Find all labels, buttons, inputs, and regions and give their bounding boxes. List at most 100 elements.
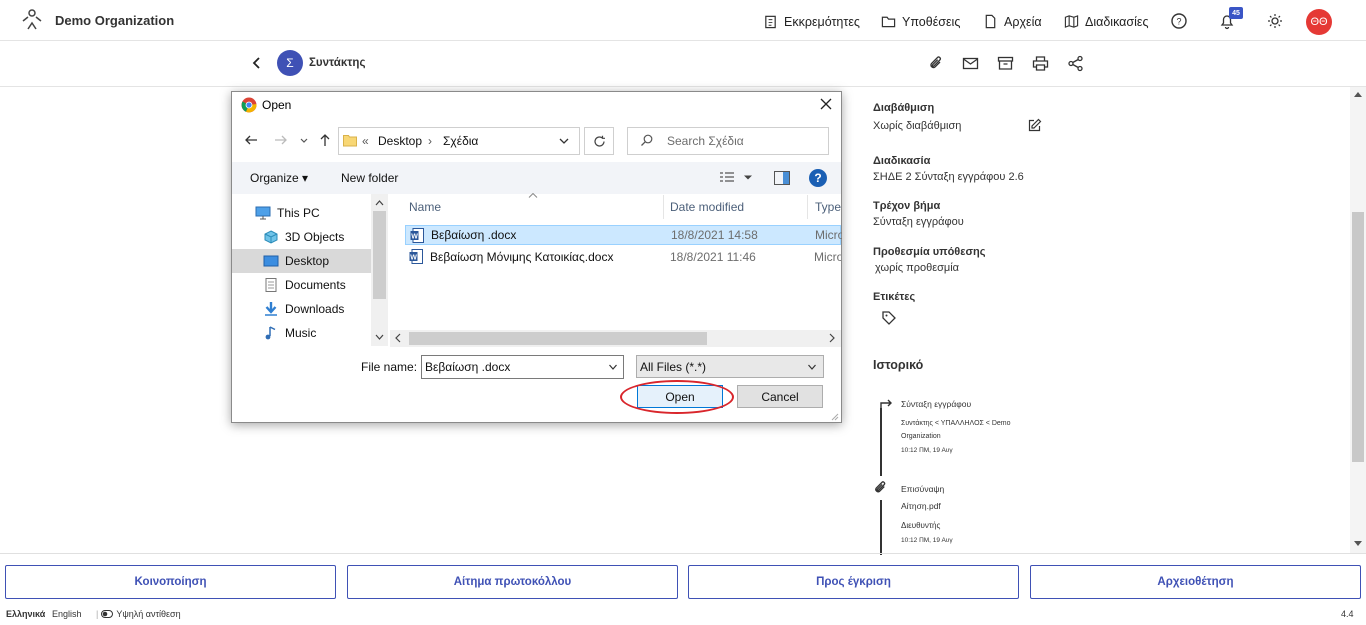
file-type: Micro — [814, 250, 841, 264]
tag-icon[interactable] — [881, 310, 897, 326]
preview-pane-icon[interactable] — [774, 171, 790, 185]
nav-files[interactable]: Αρχεία — [983, 14, 1042, 29]
address-overflow[interactable]: « — [362, 134, 369, 148]
up-arrow-icon[interactable] — [317, 132, 333, 148]
history-item-attachment[interactable]: Αίτηση.pdf — [901, 501, 941, 511]
tree-item-desktop[interactable]: Desktop — [232, 249, 372, 273]
svg-text:W: W — [410, 255, 417, 262]
resize-grip-icon[interactable] — [829, 411, 839, 421]
word-document-icon: W — [409, 249, 423, 264]
search-icon — [641, 134, 653, 146]
tree-item-downloads[interactable]: Downloads — [232, 297, 372, 321]
file-date: 18/8/2021 14:58 — [671, 228, 758, 242]
address-separator: › — [428, 134, 432, 148]
divider: | — [96, 609, 99, 619]
refresh-button[interactable] — [584, 127, 614, 155]
paperclip-icon[interactable] — [928, 55, 945, 72]
panel-scrollbar-thumb[interactable] — [1352, 212, 1364, 462]
lang-greek[interactable]: Ελληνικά — [6, 609, 45, 619]
author-label: Συντάκτης — [309, 57, 366, 69]
file-row[interactable]: W Βεβαίωση Μόνιμης Κατοικίας.docx 18/8/2… — [405, 247, 841, 267]
archive-button[interactable]: Αρχειοθέτηση — [1030, 565, 1361, 599]
tree-item-label: Desktop — [285, 254, 330, 268]
tree-item-this-pc[interactable]: This PC — [232, 201, 372, 225]
new-folder-button[interactable]: New folder — [341, 171, 398, 185]
map-icon — [1064, 15, 1079, 28]
notification-badge: 45 — [1229, 7, 1243, 19]
help-icon[interactable]: ? — [809, 169, 827, 187]
view-options-icon[interactable] — [719, 171, 735, 185]
computer-icon — [255, 206, 271, 220]
scroll-up-icon[interactable] — [1353, 90, 1363, 98]
file-icon — [985, 14, 996, 29]
chevron-down-icon[interactable] — [608, 362, 618, 372]
column-separator[interactable] — [663, 195, 664, 219]
edit-icon[interactable] — [1027, 118, 1042, 133]
chevron-down-icon[interactable] — [375, 334, 384, 341]
chevron-down-icon[interactable] — [743, 174, 753, 182]
tree-scrollbar-thumb[interactable] — [373, 211, 386, 299]
tree-item-documents[interactable]: Documents — [232, 273, 372, 297]
recent-chevron-icon[interactable] — [298, 132, 310, 148]
mail-icon[interactable] — [962, 55, 979, 72]
history-item-time: 10:12 ΠΜ, 19 Αυγ — [901, 537, 953, 544]
history-item-time: 10:12 ΠΜ, 19 Αυγ — [901, 447, 953, 454]
history-item-title: Σύνταξη εγγράφου — [901, 399, 972, 409]
chevron-left-icon[interactable] — [250, 56, 264, 70]
close-icon[interactable] — [818, 96, 834, 112]
refresh-icon — [593, 135, 605, 147]
file-date: 18/8/2021 11:46 — [670, 250, 756, 264]
org-name[interactable]: Demo Organization — [55, 13, 174, 28]
step-label: Τρέχον βήμα — [873, 200, 941, 212]
chevron-up-icon[interactable] — [375, 199, 384, 206]
share-button[interactable]: Κοινοποίηση — [5, 565, 336, 599]
nav-pending-label: Εκκρεμότητες — [784, 14, 860, 29]
archive-icon[interactable] — [997, 55, 1014, 72]
file-name-value[interactable]: Βεβαίωση .docx — [425, 360, 510, 374]
document-toolbar — [0, 41, 1366, 87]
chevron-down-icon[interactable] — [807, 362, 817, 372]
dialog-title: Open — [262, 98, 292, 112]
organize-menu[interactable]: Organize ▾ — [250, 171, 308, 185]
org-logo-icon[interactable] — [20, 8, 44, 32]
file-row[interactable]: W Βεβαίωση .docx 18/8/2021 14:58 Micro — [405, 225, 842, 245]
scroll-down-icon[interactable] — [1353, 540, 1363, 548]
column-separator[interactable] — [807, 195, 808, 219]
sort-ascending-icon — [528, 193, 538, 198]
share-icon[interactable] — [1067, 55, 1084, 72]
chevron-right-icon[interactable] — [829, 333, 836, 343]
nav-pending[interactable]: Εκκρεμότητες — [763, 14, 860, 29]
clipboard-icon — [765, 15, 776, 29]
nav-cases-label: Υποθέσεις — [902, 14, 961, 29]
chrome-icon — [241, 97, 257, 113]
history-timeline — [880, 500, 882, 555]
history-item-detail: Συντάκτης < ΥΠΑΛΛΗΛΟΣ < Demo — [901, 420, 1011, 427]
tree-item-music[interactable]: Music — [232, 321, 372, 345]
nav-cases[interactable]: Υποθέσεις — [881, 14, 960, 29]
print-icon[interactable] — [1032, 55, 1049, 72]
tree-item-3d-objects[interactable]: 3D Objects — [232, 225, 372, 249]
help-icon[interactable]: ? — [1170, 12, 1188, 30]
file-list-hscrollbar-thumb[interactable] — [409, 332, 707, 345]
cancel-button[interactable]: Cancel — [737, 385, 823, 408]
forward-arrow-icon[interactable] — [273, 132, 289, 148]
tree-item-label: This PC — [277, 206, 320, 220]
chevron-down-icon[interactable] — [558, 135, 570, 147]
file-type-value[interactable]: All Files (*.*) — [640, 360, 706, 374]
chevron-left-icon[interactable] — [394, 333, 401, 343]
back-arrow-icon[interactable] — [243, 132, 259, 148]
send-for-approval-button[interactable]: Προς έγκριση — [688, 565, 1019, 599]
high-contrast-toggle[interactable]: | Υψηλή αντίθεση — [96, 609, 181, 619]
cube-icon — [264, 230, 278, 244]
sun-icon[interactable] — [1266, 12, 1284, 30]
column-header-date[interactable]: Date modified — [670, 200, 744, 214]
user-avatar[interactable]: ΘΘ — [1306, 9, 1332, 35]
address-folder[interactable]: Σχέδια — [443, 134, 478, 148]
protocol-request-button[interactable]: Αίτημα πρωτοκόλλου — [347, 565, 678, 599]
lang-english[interactable]: English — [52, 609, 82, 619]
author-avatar: Σ — [277, 50, 303, 76]
column-header-name[interactable]: Name — [409, 200, 441, 214]
column-header-type[interactable]: Type — [815, 200, 841, 214]
nav-procedures[interactable]: Διαδικασίες — [1064, 14, 1149, 29]
address-desktop[interactable]: Desktop — [378, 134, 422, 148]
